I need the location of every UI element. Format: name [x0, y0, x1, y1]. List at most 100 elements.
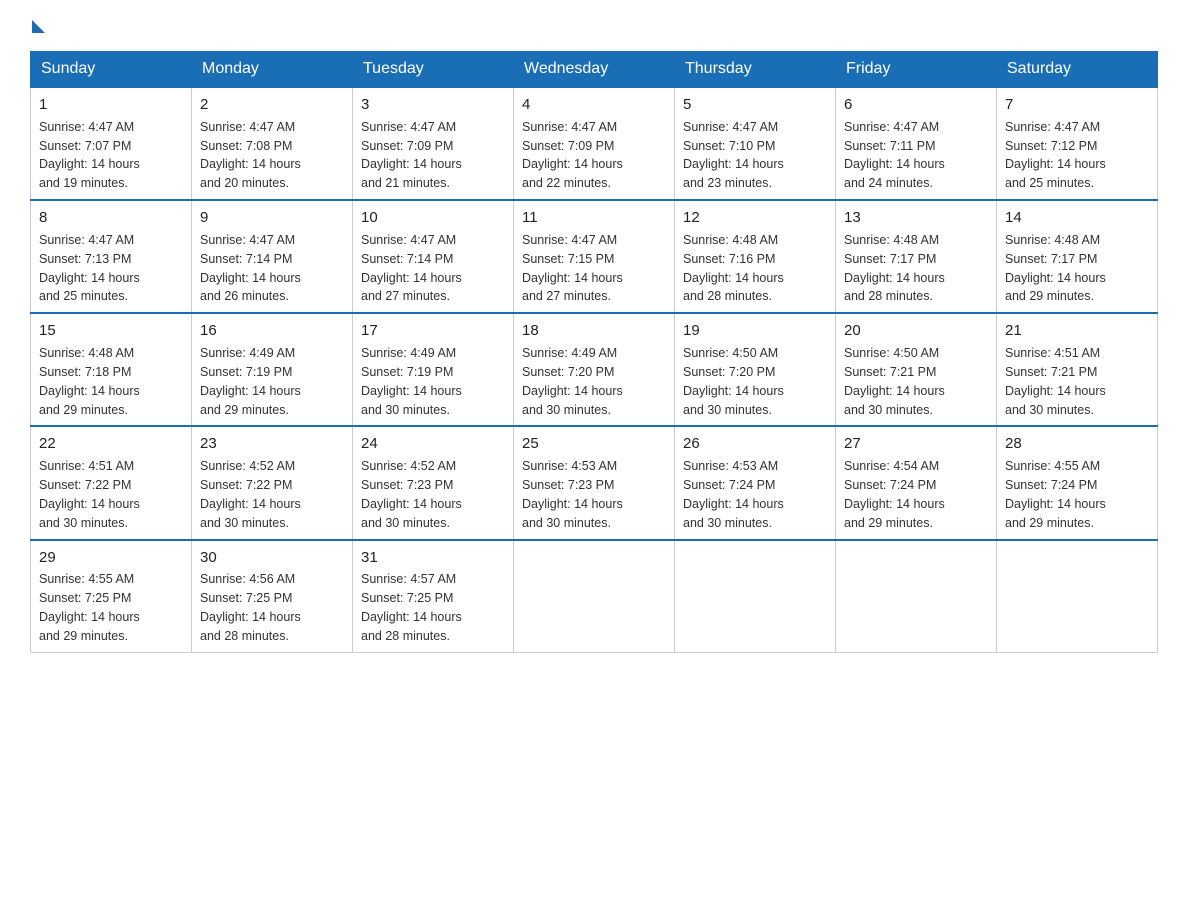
day-number: 27 — [844, 433, 988, 455]
day-info: Sunrise: 4:55 AMSunset: 7:24 PMDaylight:… — [1005, 459, 1106, 530]
day-info: Sunrise: 4:50 AMSunset: 7:21 PMDaylight:… — [844, 346, 945, 417]
day-number: 26 — [683, 433, 827, 455]
day-number: 7 — [1005, 94, 1149, 116]
calendar-cell: 26 Sunrise: 4:53 AMSunset: 7:24 PMDayligh… — [675, 426, 836, 539]
day-number: 2 — [200, 94, 344, 116]
column-header-thursday: Thursday — [675, 52, 836, 88]
calendar-cell: 18 Sunrise: 4:49 AMSunset: 7:20 PMDayligh… — [514, 313, 675, 426]
day-number: 4 — [522, 94, 666, 116]
week-row-5: 29 Sunrise: 4:55 AMSunset: 7:25 PMDayligh… — [31, 540, 1158, 653]
day-number: 31 — [361, 547, 505, 569]
day-number: 25 — [522, 433, 666, 455]
day-info: Sunrise: 4:47 AMSunset: 7:07 PMDaylight:… — [39, 120, 140, 191]
calendar-cell: 22 Sunrise: 4:51 AMSunset: 7:22 PMDayligh… — [31, 426, 192, 539]
calendar-cell: 4 Sunrise: 4:47 AMSunset: 7:09 PMDaylight… — [514, 87, 675, 200]
day-info: Sunrise: 4:48 AMSunset: 7:16 PMDaylight:… — [683, 233, 784, 304]
day-number: 1 — [39, 94, 183, 116]
day-info: Sunrise: 4:47 AMSunset: 7:11 PMDaylight:… — [844, 120, 945, 191]
day-info: Sunrise: 4:47 AMSunset: 7:13 PMDaylight:… — [39, 233, 140, 304]
day-number: 15 — [39, 320, 183, 342]
day-number: 9 — [200, 207, 344, 229]
calendar-cell: 1 Sunrise: 4:47 AMSunset: 7:07 PMDaylight… — [31, 87, 192, 200]
calendar-cell: 29 Sunrise: 4:55 AMSunset: 7:25 PMDayligh… — [31, 540, 192, 653]
day-info: Sunrise: 4:53 AMSunset: 7:23 PMDaylight:… — [522, 459, 623, 530]
day-number: 5 — [683, 94, 827, 116]
day-info: Sunrise: 4:47 AMSunset: 7:12 PMDaylight:… — [1005, 120, 1106, 191]
day-info: Sunrise: 4:48 AMSunset: 7:17 PMDaylight:… — [844, 233, 945, 304]
calendar-cell — [997, 540, 1158, 653]
day-info: Sunrise: 4:49 AMSunset: 7:19 PMDaylight:… — [361, 346, 462, 417]
calendar-cell: 7 Sunrise: 4:47 AMSunset: 7:12 PMDaylight… — [997, 87, 1158, 200]
calendar-cell: 17Sunrise: 4:49 AMSunset: 7:19 PMDayligh… — [353, 313, 514, 426]
column-header-sunday: Sunday — [31, 52, 192, 88]
day-number: 3 — [361, 94, 505, 116]
day-info: Sunrise: 4:48 AMSunset: 7:18 PMDaylight:… — [39, 346, 140, 417]
day-info: Sunrise: 4:47 AMSunset: 7:08 PMDaylight:… — [200, 120, 301, 191]
day-info: Sunrise: 4:50 AMSunset: 7:20 PMDaylight:… — [683, 346, 784, 417]
column-header-friday: Friday — [836, 52, 997, 88]
day-info: Sunrise: 4:47 AMSunset: 7:14 PMDaylight:… — [200, 233, 301, 304]
calendar-header-row: SundayMondayTuesdayWednesdayThursdayFrid… — [31, 52, 1158, 88]
day-info: Sunrise: 4:57 AMSunset: 7:25 PMDaylight:… — [361, 572, 462, 643]
calendar-cell: 19 Sunrise: 4:50 AMSunset: 7:20 PMDayligh… — [675, 313, 836, 426]
day-info: Sunrise: 4:55 AMSunset: 7:25 PMDaylight:… — [39, 572, 140, 643]
calendar-cell: 21Sunrise: 4:51 AMSunset: 7:21 PMDayligh… — [997, 313, 1158, 426]
column-header-tuesday: Tuesday — [353, 52, 514, 88]
week-row-3: 15 Sunrise: 4:48 AMSunset: 7:18 PMDayligh… — [31, 313, 1158, 426]
day-info: Sunrise: 4:52 AMSunset: 7:23 PMDaylight:… — [361, 459, 462, 530]
day-number: 14 — [1005, 207, 1149, 229]
column-header-monday: Monday — [192, 52, 353, 88]
day-info: Sunrise: 4:51 AMSunset: 7:22 PMDaylight:… — [39, 459, 140, 530]
calendar-cell — [675, 540, 836, 653]
day-number: 22 — [39, 433, 183, 455]
day-info: Sunrise: 4:47 AMSunset: 7:15 PMDaylight:… — [522, 233, 623, 304]
calendar-cell: 23Sunrise: 4:52 AMSunset: 7:22 PMDayligh… — [192, 426, 353, 539]
day-info: Sunrise: 4:47 AMSunset: 7:09 PMDaylight:… — [361, 120, 462, 191]
calendar-cell: 10Sunrise: 4:47 AMSunset: 7:14 PMDayligh… — [353, 200, 514, 313]
day-number: 11 — [522, 207, 666, 229]
day-info: Sunrise: 4:49 AMSunset: 7:20 PMDaylight:… — [522, 346, 623, 417]
day-number: 10 — [361, 207, 505, 229]
calendar-cell: 5 Sunrise: 4:47 AMSunset: 7:10 PMDaylight… — [675, 87, 836, 200]
day-number: 29 — [39, 547, 183, 569]
calendar-cell — [514, 540, 675, 653]
calendar-cell: 2 Sunrise: 4:47 AMSunset: 7:08 PMDaylight… — [192, 87, 353, 200]
calendar-cell: 8 Sunrise: 4:47 AMSunset: 7:13 PMDaylight… — [31, 200, 192, 313]
day-info: Sunrise: 4:54 AMSunset: 7:24 PMDaylight:… — [844, 459, 945, 530]
page-header — [30, 20, 1158, 33]
calendar-cell — [836, 540, 997, 653]
day-number: 18 — [522, 320, 666, 342]
day-number: 20 — [844, 320, 988, 342]
column-header-wednesday: Wednesday — [514, 52, 675, 88]
day-number: 21 — [1005, 320, 1149, 342]
logo — [30, 20, 45, 33]
day-number: 19 — [683, 320, 827, 342]
calendar-cell: 15 Sunrise: 4:48 AMSunset: 7:18 PMDayligh… — [31, 313, 192, 426]
day-info: Sunrise: 4:47 AMSunset: 7:10 PMDaylight:… — [683, 120, 784, 191]
calendar-cell: 16Sunrise: 4:49 AMSunset: 7:19 PMDayligh… — [192, 313, 353, 426]
calendar-cell: 30 Sunrise: 4:56 AMSunset: 7:25 PMDayligh… — [192, 540, 353, 653]
day-info: Sunrise: 4:56 AMSunset: 7:25 PMDaylight:… — [200, 572, 301, 643]
day-number: 12 — [683, 207, 827, 229]
day-info: Sunrise: 4:49 AMSunset: 7:19 PMDaylight:… — [200, 346, 301, 417]
calendar-cell: 11 Sunrise: 4:47 AMSunset: 7:15 PMDayligh… — [514, 200, 675, 313]
calendar-cell: 28 Sunrise: 4:55 AMSunset: 7:24 PMDayligh… — [997, 426, 1158, 539]
calendar-cell: 31 Sunrise: 4:57 AMSunset: 7:25 PMDayligh… — [353, 540, 514, 653]
week-row-4: 22 Sunrise: 4:51 AMSunset: 7:22 PMDayligh… — [31, 426, 1158, 539]
column-header-saturday: Saturday — [997, 52, 1158, 88]
day-info: Sunrise: 4:53 AMSunset: 7:24 PMDaylight:… — [683, 459, 784, 530]
calendar-table: SundayMondayTuesdayWednesdayThursdayFrid… — [30, 51, 1158, 653]
day-number: 28 — [1005, 433, 1149, 455]
week-row-2: 8 Sunrise: 4:47 AMSunset: 7:13 PMDaylight… — [31, 200, 1158, 313]
day-number: 8 — [39, 207, 183, 229]
calendar-cell: 9 Sunrise: 4:47 AMSunset: 7:14 PMDaylight… — [192, 200, 353, 313]
day-number: 30 — [200, 547, 344, 569]
day-info: Sunrise: 4:48 AMSunset: 7:17 PMDaylight:… — [1005, 233, 1106, 304]
calendar-cell: 13 Sunrise: 4:48 AMSunset: 7:17 PMDayligh… — [836, 200, 997, 313]
day-number: 13 — [844, 207, 988, 229]
day-number: 6 — [844, 94, 988, 116]
day-info: Sunrise: 4:47 AMSunset: 7:09 PMDaylight:… — [522, 120, 623, 191]
calendar-cell: 12 Sunrise: 4:48 AMSunset: 7:16 PMDayligh… — [675, 200, 836, 313]
calendar-cell: 24Sunrise: 4:52 AMSunset: 7:23 PMDayligh… — [353, 426, 514, 539]
calendar-cell: 20 Sunrise: 4:50 AMSunset: 7:21 PMDayligh… — [836, 313, 997, 426]
